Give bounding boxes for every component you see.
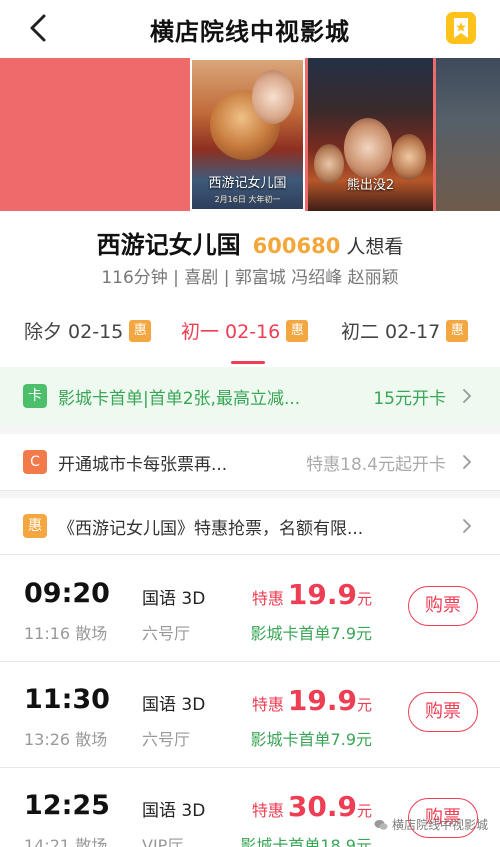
end-time: 11:16 散场: [24, 624, 108, 643]
price-row: 特惠 19.9 元: [252, 578, 372, 611]
movie-info: 西游记女儿国 600680 人想看 116分钟 | 喜剧 | 郭富城 冯绍峰 赵…: [0, 211, 500, 297]
star-bookmark-icon: [454, 18, 468, 38]
card-price: 影城卡首单18.9元: [240, 836, 372, 847]
date-tabs: 除夕 02-15 惠 初一 02-16 惠 初二 02-17 惠: [0, 297, 500, 367]
date-tab-0217[interactable]: 初二 02-17 惠: [341, 317, 469, 344]
buy-ticket-button[interactable]: 购票: [408, 692, 478, 732]
divider: [0, 554, 500, 555]
promo-text: 影城卡首单|首单2张,最高立减...: [58, 388, 301, 409]
hall-name: 六号厅: [142, 730, 191, 749]
date-tab-label: 初一 02-16: [181, 321, 281, 343]
end-time: 13:26 散场: [24, 730, 108, 749]
showtime-row[interactable]: 12:25 14:21 散场 国语 3D VIP厅 特惠 30.9 元 影城卡首…: [0, 768, 500, 847]
top-nav-bar: 横店院线中视影城: [0, 0, 500, 58]
chevron-right-icon: [463, 519, 471, 533]
card-badge: 卡: [23, 384, 47, 408]
page-title: 横店院线中视影城: [150, 17, 350, 46]
price-row: 特惠 19.9 元: [252, 684, 372, 717]
chevron-right-icon: [463, 455, 471, 469]
price-label: 特惠: [251, 695, 284, 714]
language-format: 国语 3D: [142, 695, 206, 715]
card-price: 影城卡首单7.9元: [250, 730, 372, 749]
price-row: 特惠 30.9 元: [252, 790, 372, 823]
showtime-row[interactable]: 11:30 13:26 散场 国语 3D 六号厅 特惠 19.9 元 影城卡首单…: [0, 662, 500, 767]
active-tab-indicator: [231, 361, 265, 364]
section-gap: [0, 425, 500, 434]
hall-name: 六号厅: [142, 624, 191, 643]
chevron-right-icon: [463, 389, 471, 403]
showtime-row[interactable]: 09:20 11:16 散场 国语 3D 六号厅 特惠 19.9 元 影城卡首单…: [0, 556, 500, 661]
card-price: 影城卡首单7.9元: [250, 624, 372, 643]
promo-text: 《西游记女儿国》特惠抢票，名额有限...: [58, 518, 364, 539]
date-tab-0216[interactable]: 初一 02-16 惠: [181, 317, 309, 344]
poster-subtitle: 2月16日 大年初一: [214, 195, 281, 204]
promo-city-card[interactable]: C 开通城市卡每张票再... 特惠18.4元起开卡: [0, 434, 500, 490]
want-count: 600680: [252, 234, 341, 258]
wechat-icon: [374, 819, 388, 830]
discount-badge: 惠: [286, 319, 309, 342]
poster-carousel[interactable]: 西游记女儿国 2月16日 大年初一 熊出没2: [0, 58, 500, 211]
buy-ticket-button[interactable]: 购票: [408, 586, 478, 626]
price-unit: 元: [356, 590, 372, 608]
poster-item[interactable]: [436, 58, 500, 211]
language-format: 国语 3D: [142, 801, 206, 821]
section-gap: [0, 491, 500, 498]
deal-badge: 惠: [23, 514, 47, 538]
promo-special-deal[interactable]: 惠 《西游记女儿国》特惠抢票，名额有限...: [0, 498, 500, 554]
price-value: 30.9: [287, 790, 357, 823]
price-label: 特惠: [251, 801, 284, 820]
language-format: 国语 3D: [142, 589, 206, 609]
promo-action: 15元开卡: [373, 388, 446, 409]
price-unit: 元: [356, 696, 372, 714]
promo-text: 开通城市卡每张票再...: [58, 454, 228, 475]
poster-figure: [252, 70, 294, 124]
movie-name-row: 西游记女儿国 600680 人想看: [0, 225, 500, 260]
poster-title: 西游记女儿国: [208, 176, 287, 191]
start-time: 12:25: [24, 790, 110, 821]
date-tab-label: 除夕 02-15: [24, 321, 124, 343]
movie-meta: 116分钟 | 喜剧 | 郭富城 冯绍峰 赵丽颖: [101, 268, 399, 288]
poster-item[interactable]: 熊出没2: [308, 58, 433, 211]
discount-badge: 惠: [446, 319, 469, 342]
want-label: 人想看: [346, 236, 404, 258]
start-time: 09:20: [24, 578, 110, 609]
date-tab-label: 初二 02-17: [341, 321, 441, 343]
hall-name: VIP厅: [142, 836, 184, 847]
promo-action: 特惠18.4元起开卡: [306, 454, 446, 475]
price-unit: 元: [356, 802, 372, 820]
favorite-button[interactable]: [446, 12, 476, 44]
watermark: 横店院线中视影城: [374, 816, 488, 833]
price-label: 特惠: [251, 589, 284, 608]
date-tab-0215[interactable]: 除夕 02-15 惠: [24, 317, 152, 344]
poster-selected[interactable]: 西游记女儿国 2月16日 大年初一: [190, 58, 305, 211]
city-card-badge: C: [23, 450, 47, 474]
promo-cinema-card[interactable]: 卡 影城卡首单|首单2张,最高立减... 15元开卡: [0, 367, 500, 425]
discount-badge: 惠: [129, 319, 152, 342]
start-time: 11:30: [24, 684, 110, 715]
chevron-left-icon: [30, 14, 46, 42]
price-value: 19.9: [287, 578, 357, 611]
movie-title: 西游记女儿国: [96, 231, 241, 259]
watermark-text: 横店院线中视影城: [391, 818, 488, 832]
poster-title: 熊出没2: [346, 178, 395, 193]
poster-figure: [344, 118, 392, 178]
end-time: 14:21 散场: [24, 836, 108, 847]
back-button[interactable]: [22, 12, 54, 44]
price-value: 19.9: [287, 684, 357, 717]
